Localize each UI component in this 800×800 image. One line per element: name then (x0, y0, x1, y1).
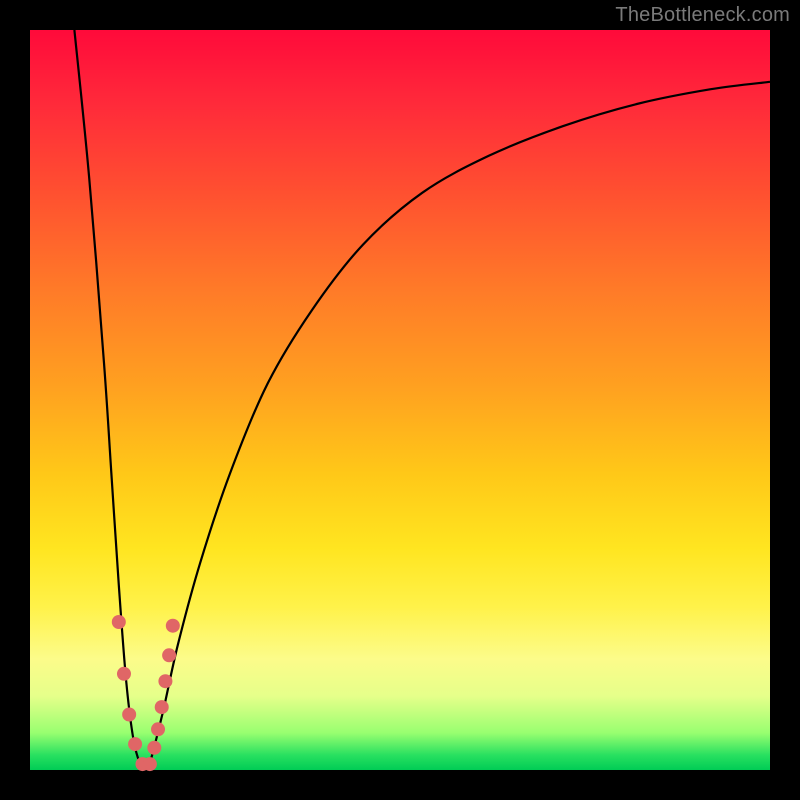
data-point (128, 737, 142, 751)
chart-svg (30, 30, 770, 770)
data-point (155, 700, 169, 714)
chart-frame: TheBottleneck.com (0, 0, 800, 800)
data-point (122, 708, 136, 722)
data-point (147, 741, 161, 755)
data-point (112, 615, 126, 629)
data-point (151, 722, 165, 736)
curve-line (74, 30, 770, 770)
data-point (158, 674, 172, 688)
data-point (162, 648, 176, 662)
bottleneck-curve-path (74, 30, 770, 770)
data-point (117, 667, 131, 681)
data-point (143, 757, 157, 771)
data-point (166, 619, 180, 633)
plot-area (30, 30, 770, 770)
watermark-text: TheBottleneck.com (615, 4, 790, 27)
